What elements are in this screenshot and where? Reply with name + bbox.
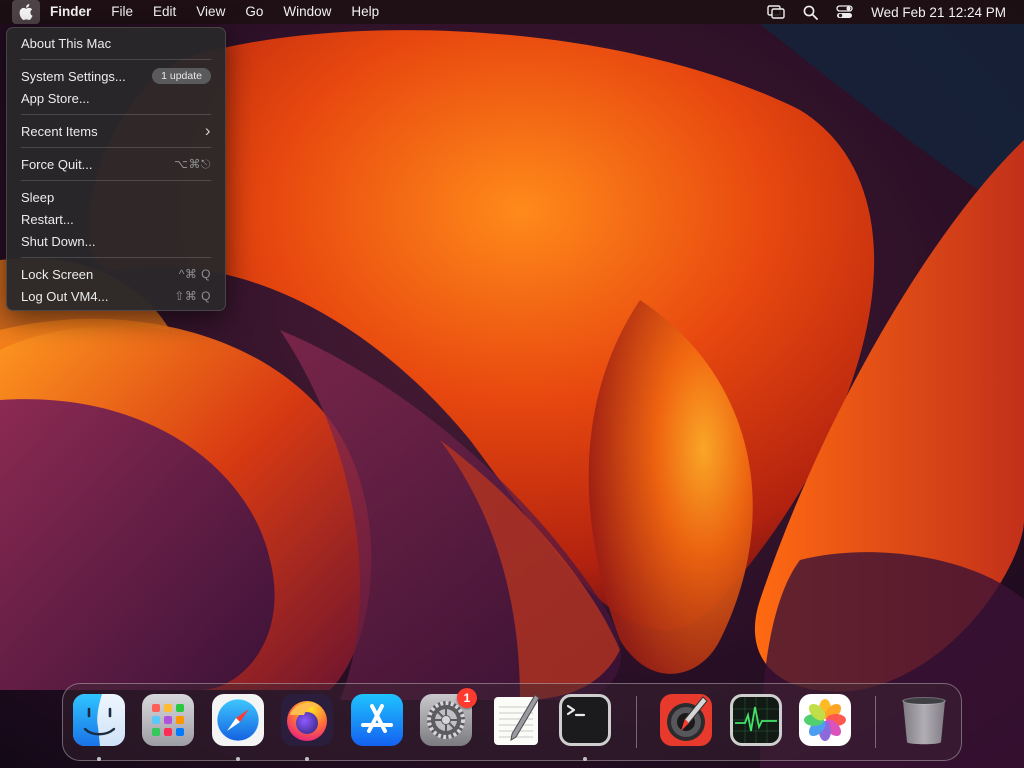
- menu-separator: [21, 147, 211, 148]
- screen-mirroring-icon[interactable]: [766, 2, 786, 22]
- update-badge: 1 update: [152, 68, 211, 84]
- dock-app-terminal[interactable]: [558, 693, 612, 747]
- menu-item-lock-screen[interactable]: Lock Screen ^⌘ Q: [7, 263, 225, 285]
- menu-file[interactable]: File: [101, 0, 143, 24]
- menu-item-sleep[interactable]: Sleep: [7, 186, 225, 208]
- running-indicator: [305, 757, 309, 761]
- dock-app-system-settings[interactable]: 1: [419, 688, 477, 747]
- running-indicator: [97, 757, 101, 761]
- dock-app-photos[interactable]: [798, 693, 852, 747]
- menu-separator: [21, 257, 211, 258]
- dock-app-textedit[interactable]: [489, 693, 543, 747]
- menu-item-label: App Store...: [21, 90, 90, 106]
- activity-monitor-icon: [730, 694, 782, 746]
- terminal-icon: [559, 694, 611, 746]
- menu-bar: Finder File Edit View Go Window Help Wed…: [0, 0, 1024, 24]
- dock-app-trash[interactable]: [897, 693, 951, 747]
- menu-edit[interactable]: Edit: [143, 0, 186, 24]
- finder-icon: [73, 694, 125, 746]
- apple-menu-dropdown: About This Mac System Settings... 1 upda…: [6, 27, 226, 311]
- menu-item-app-store[interactable]: App Store...: [7, 87, 225, 109]
- menu-separator: [21, 180, 211, 181]
- menu-item-label: Shut Down...: [21, 233, 96, 249]
- menu-item-restart[interactable]: Restart...: [7, 208, 225, 230]
- menu-item-force-quit[interactable]: Force Quit... ⌥⌘⎋: [7, 153, 225, 175]
- chevron-right-icon: ›: [204, 121, 211, 140]
- dock-app-digital-color-meter[interactable]: [659, 693, 713, 747]
- dock-app-safari[interactable]: [211, 693, 265, 747]
- menu-item-label: Force Quit...: [21, 156, 93, 172]
- keyboard-shortcut: ^⌘ Q: [178, 267, 211, 281]
- menu-item-shut-down[interactable]: Shut Down...: [7, 230, 225, 252]
- menu-help[interactable]: Help: [341, 0, 389, 24]
- menu-item-label: About This Mac: [21, 35, 112, 51]
- menu-bar-clock[interactable]: Wed Feb 21 12:24 PM: [871, 5, 1006, 20]
- keyboard-shortcut: ⌥⌘⎋: [174, 156, 211, 171]
- keyboard-shortcut: ⇧⌘ Q: [174, 289, 211, 303]
- notification-badge: 1: [457, 688, 477, 708]
- trash-icon: [902, 697, 946, 745]
- dock-app-activity-monitor[interactable]: [729, 693, 783, 747]
- safari-icon: [212, 694, 264, 746]
- menu-item-label: Restart...: [21, 211, 74, 227]
- menu-bar-left: Finder File Edit View Go Window Help: [0, 0, 389, 24]
- menu-window[interactable]: Window: [273, 0, 341, 24]
- dock-app-finder[interactable]: [72, 693, 126, 747]
- apple-logo-icon: [19, 4, 33, 20]
- photos-icon: [799, 694, 851, 746]
- running-indicator: [236, 757, 240, 761]
- dock-divider: [636, 696, 637, 748]
- menu-item-label: Recent Items: [21, 123, 98, 139]
- apple-menu-button[interactable]: [12, 0, 40, 24]
- color-meter-icon: [660, 694, 712, 746]
- menu-bar-right: Wed Feb 21 12:24 PM: [759, 0, 1024, 24]
- control-center-icon[interactable]: [834, 2, 854, 22]
- menu-item-log-out[interactable]: Log Out VM4... ⇧⌘ Q: [7, 285, 225, 307]
- menu-go[interactable]: Go: [235, 0, 273, 24]
- firefox-icon: [281, 694, 333, 746]
- menu-separator: [21, 114, 211, 115]
- menu-item-system-settings[interactable]: System Settings... 1 update: [7, 65, 225, 87]
- running-indicator: [583, 757, 587, 761]
- menu-item-label: Log Out VM4...: [21, 288, 109, 304]
- menu-item-label: Sleep: [21, 189, 55, 205]
- menu-separator: [21, 59, 211, 60]
- textedit-icon: [494, 694, 540, 745]
- spotlight-search-icon[interactable]: [800, 2, 820, 22]
- dock-app-app-store[interactable]: [350, 693, 404, 747]
- app-store-icon: [351, 694, 403, 746]
- dock-app-firefox[interactable]: [280, 693, 334, 747]
- dock-app-launchpad[interactable]: [141, 693, 195, 747]
- menu-item-recent-items[interactable]: Recent Items ›: [7, 120, 225, 142]
- menu-app-name[interactable]: Finder: [40, 0, 101, 24]
- dock-divider: [875, 696, 876, 748]
- menu-item-about-this-mac[interactable]: About This Mac: [7, 32, 225, 54]
- menu-view[interactable]: View: [186, 0, 235, 24]
- launchpad-icon: [142, 694, 194, 746]
- menu-item-label: Lock Screen: [21, 266, 94, 282]
- menu-item-label: System Settings...: [21, 68, 126, 84]
- dock: 1: [62, 683, 962, 761]
